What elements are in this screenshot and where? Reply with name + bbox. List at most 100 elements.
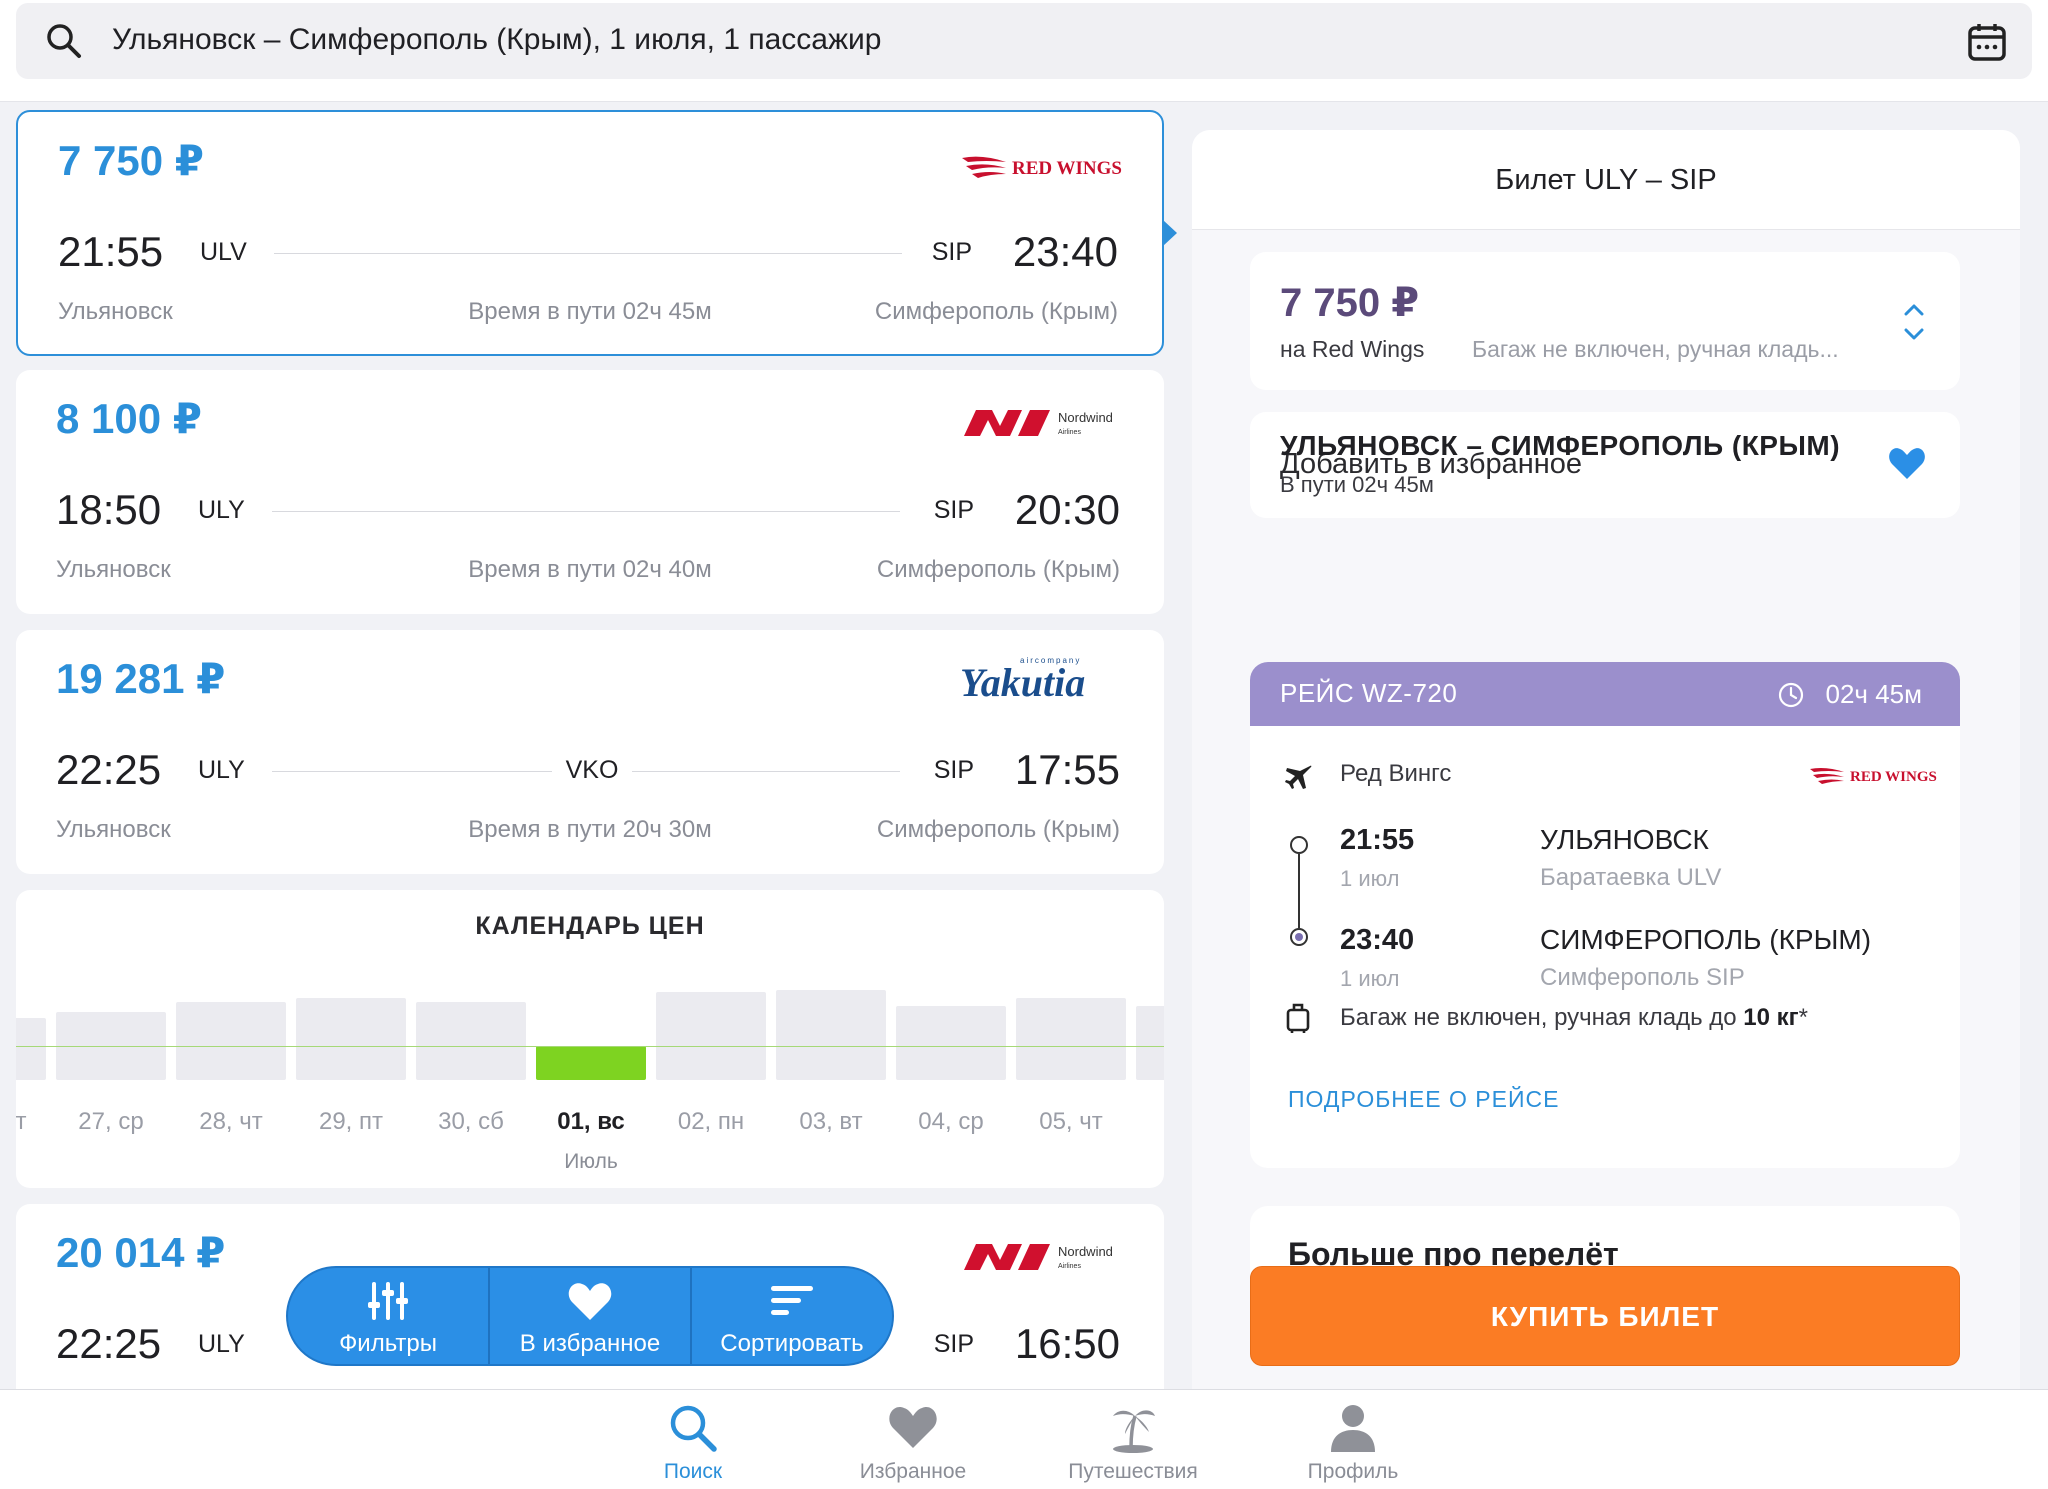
price-calendar-title: КАЛЕНДАРЬ ЦЕН <box>475 912 705 940</box>
calendar-bar[interactable] <box>1016 998 1126 1080</box>
search-icon <box>47 24 81 58</box>
yakutia-logo: aircompany Yakutia <box>960 656 1085 704</box>
arrival-time: 20:30 <box>1014 486 1120 533</box>
calendar-day[interactable]: 0 <box>1116 1108 1164 1136</box>
result-card[interactable]: 8 100 ₽ Nordwind Airlines 18:50 ULY SIP … <box>16 370 1164 614</box>
heart-icon <box>889 1407 937 1448</box>
offer-card[interactable]: 7 750 ₽ на Red Wings Багаж не включен, р… <box>1250 252 1960 390</box>
ticket-price: 8 100 ₽ <box>56 395 202 442</box>
departure-code: ULY <box>198 1330 245 1358</box>
calendar-bar[interactable] <box>176 1002 286 1080</box>
baggage-footnote: * <box>1798 1004 1808 1031</box>
calendar-day[interactable]: 29, пт <box>296 1108 406 1136</box>
tab-trips[interactable]: Путешествия <box>1043 1390 1223 1489</box>
palm-icon <box>1113 1410 1155 1453</box>
calendar-bar[interactable] <box>416 1002 526 1080</box>
calendar-month: Июль <box>564 1150 618 1173</box>
baggage-weight: 10 кг <box>1743 1004 1799 1031</box>
route-line <box>272 771 552 772</box>
svg-text:Airlines: Airlines <box>1058 429 1081 436</box>
segment-departure-time: 21:55 <box>1340 824 1415 856</box>
segment-arrival-airport: Симферополь SIP <box>1540 964 1745 991</box>
segment-arrival-time: 23:40 <box>1340 924 1415 956</box>
arrival-city: Симферополь (Крым) <box>876 556 1120 583</box>
segment-departure-date: 1 июл <box>1340 866 1400 891</box>
departure-point <box>1290 836 1308 854</box>
calendar-bar[interactable] <box>656 992 766 1080</box>
arrival-code: SIP <box>933 1330 974 1358</box>
filters-button[interactable]: Фильтры <box>288 1268 488 1364</box>
calendar-day[interactable]: 04, ср <box>896 1108 1006 1136</box>
calendar-bar[interactable] <box>896 1006 1006 1080</box>
tab-favorites[interactable]: Избранное <box>823 1390 1003 1489</box>
buy-ticket-button[interactable]: КУПИТЬ БИЛЕТ <box>1250 1266 1960 1366</box>
add-favorite-row[interactable]: Добавить в избранное <box>1250 412 1960 518</box>
calendar-bar[interactable] <box>296 998 406 1080</box>
offer-seller: на Red Wings <box>1280 336 1425 362</box>
svg-text:Yakutia: Yakutia <box>960 660 1085 704</box>
offer-baggage: Багаж не включен, ручная кладь... <box>1472 336 1839 362</box>
timeline-line <box>1298 854 1300 928</box>
calendar-icon[interactable] <box>1966 21 2008 63</box>
flight-details-link[interactable]: ПОДРОБНЕЕ О РЕЙСЕ <box>1288 1086 1559 1113</box>
calendar-day[interactable]: 05, чт <box>1016 1108 1126 1136</box>
add-favorite-button[interactable]: В избранное <box>488 1268 690 1364</box>
nordwind-logo: Nordwind Airlines <box>964 410 1113 436</box>
detail-title: Билет ULY – SIP <box>1495 164 1717 196</box>
result-card[interactable]: 7 750 ₽ RED WINGS 21:55 ULV SIP 23:40 Ул… <box>16 110 1164 356</box>
ticket-price: 20 014 ₽ <box>56 1229 226 1276</box>
red-wings-logo: RED WINGS <box>962 156 1122 179</box>
calendar-bar[interactable] <box>16 1018 46 1080</box>
top-bar: Ульяновск – Симферополь (Крым), 1 июля, … <box>0 0 2048 102</box>
calendar-day-selected[interactable]: 01, вс <box>536 1108 646 1136</box>
detail-header: Билет ULY – SIP <box>1192 130 2020 230</box>
flight-segment-card: РЕЙС WZ-720 02ч 45м Ред Вингс RED WINGS <box>1250 662 1960 1168</box>
add-favorite-label: В избранное <box>519 1330 661 1357</box>
svg-text:RED WINGS: RED WINGS <box>1012 158 1122 179</box>
result-card[interactable]: 19 281 ₽ aircompany Yakutia 22:25 ULY VK… <box>16 630 1164 874</box>
app-root: Ульяновск – Симферополь (Крым), 1 июля, … <box>0 0 2048 1489</box>
sort-button[interactable]: Сортировать <box>690 1268 892 1364</box>
flight-duration: 02ч 45м <box>1825 679 1922 709</box>
arrival-time: 16:50 <box>1014 1320 1120 1367</box>
arrival-time: 17:55 <box>1014 746 1120 793</box>
arrival-city: Симферополь (Крым) <box>876 816 1120 843</box>
carrier-name: Ред Вингс <box>1340 760 1452 787</box>
floating-action-bar: Фильтры В избранное Сортировать <box>286 1266 894 1366</box>
baggage-info: Багаж не включен, ручная кладь до 10 кг* <box>1340 1004 1808 1032</box>
calendar-bar[interactable] <box>1136 1006 1164 1080</box>
arrival-city: Симферополь (Крым) <box>874 298 1118 325</box>
svg-text:RED WINGS: RED WINGS <box>1850 769 1937 785</box>
route-duration: В пути 02ч 45м <box>1280 472 1434 497</box>
flight-header: РЕЙС WZ-720 02ч 45м <box>1250 662 1960 726</box>
arrival-time: 23:40 <box>1012 228 1118 275</box>
departure-time: 18:50 <box>56 486 162 533</box>
calendar-day[interactable]: 28, чт <box>176 1108 286 1136</box>
calendar-day[interactable]: 03, вт <box>776 1108 886 1136</box>
segment-arrival-date: 1 июл <box>1340 966 1400 991</box>
tab-search[interactable]: Поиск <box>603 1390 783 1489</box>
sort-label: Сортировать <box>720 1330 864 1357</box>
sort-icon <box>771 1286 813 1315</box>
departure-code: ULY <box>198 756 245 784</box>
route-line <box>274 253 902 254</box>
calendar-day[interactable]: 27, ср <box>56 1108 166 1136</box>
tab-favorites-label: Избранное <box>859 1460 967 1483</box>
calendar-bar-selected[interactable] <box>536 1046 646 1080</box>
nordwind-logo: Nordwind Airlines <box>964 1244 1113 1270</box>
calendar-day[interactable]: 30, сб <box>416 1108 526 1136</box>
departure-time: 21:55 <box>58 228 164 275</box>
segment-departure-airport: Баратаевка ULV <box>1540 864 1722 891</box>
departure-time: 22:25 <box>56 746 162 793</box>
transfer-code: VKO <box>565 756 619 784</box>
search-field[interactable]: Ульяновск – Симферополь (Крым), 1 июля, … <box>16 3 2032 79</box>
calendar-day[interactable]: 02, пн <box>656 1108 766 1136</box>
tab-search-label: Поиск <box>663 1460 723 1483</box>
segment-arrival-city: СИМФЕРОПОЛЬ (КРЫМ) <box>1540 924 1872 955</box>
chevron-updown-icon[interactable] <box>1902 300 1926 344</box>
heart-icon <box>1889 448 1925 479</box>
ticket-detail-panel: Билет ULY – SIP 7 750 ₽ на Red Wings Баг… <box>1192 130 2020 1390</box>
tab-trips-label: Путешествия <box>1068 1460 1198 1483</box>
tab-profile[interactable]: Профиль <box>1263 1390 1443 1489</box>
calendar-bar[interactable] <box>776 990 886 1080</box>
